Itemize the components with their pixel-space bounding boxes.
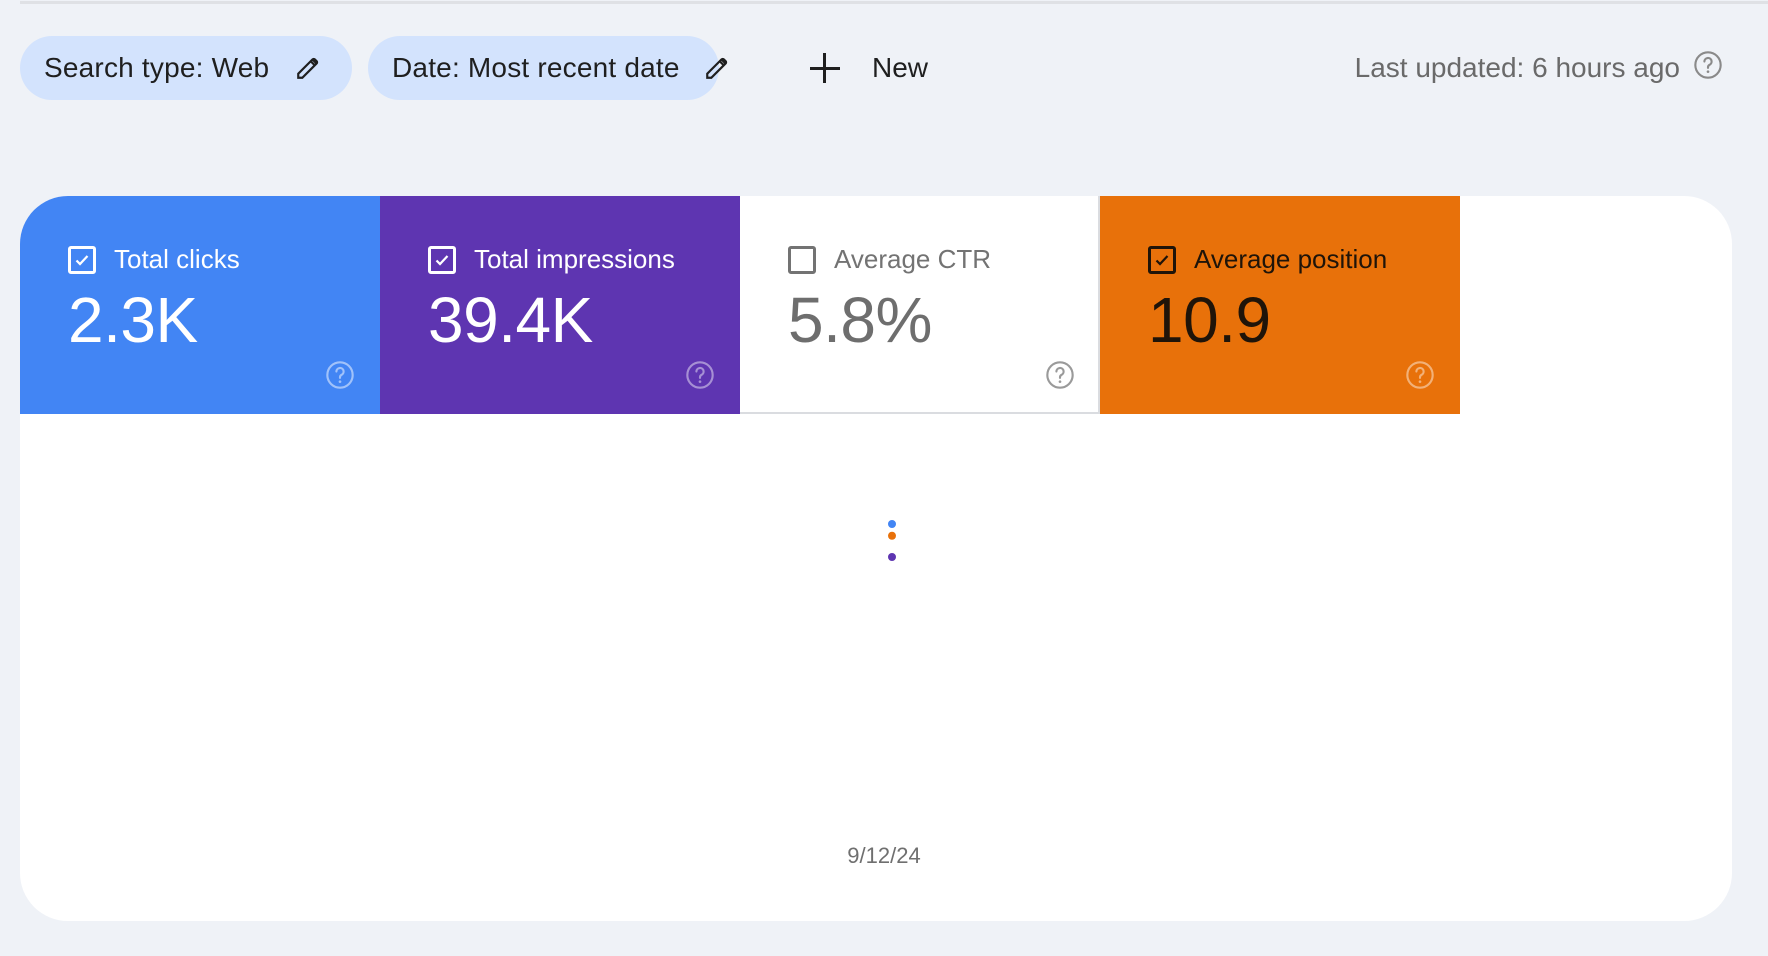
checkbox-checked[interactable]: [68, 245, 96, 274]
plus-icon: [808, 51, 842, 85]
metric-value: 10.9: [1148, 284, 1271, 356]
new-filter-label: New: [872, 52, 929, 83]
x-tick-label: 9/12/24: [847, 843, 921, 868]
search-type-filter-label: Search type: Web: [44, 52, 270, 83]
metric-value: 2.3K: [68, 284, 198, 356]
performance-card: Total clicks 2.3K Total impressions 39.4…: [20, 196, 1732, 921]
metric-label: Average position: [1194, 244, 1388, 274]
metric-tile-average-position[interactable]: Average position 10.9: [1100, 196, 1460, 414]
metric-tile-total-impressions[interactable]: Total impressions 39.4K: [380, 196, 740, 414]
search-type-filter-chip[interactable]: Search type: Web: [20, 36, 352, 100]
date-filter-label: Date: Most recent date: [392, 52, 680, 83]
metric-value: 39.4K: [428, 284, 593, 356]
date-filter-chip[interactable]: Date: Most recent date: [368, 36, 727, 100]
data-point-total-clicks[interactable]: [888, 520, 896, 528]
last-updated-text: Last updated: 6 hours ago: [1354, 52, 1680, 83]
metric-value: 5.8%: [788, 284, 932, 356]
metric-label: Total impressions: [474, 244, 675, 274]
metric-label: Average CTR: [834, 244, 992, 274]
last-updated: Last updated: 6 hours ago: [1355, 48, 1724, 88]
checkbox-checked[interactable]: [428, 245, 456, 274]
top-divider: [20, 1, 1768, 4]
pencil-icon[interactable]: [704, 53, 730, 83]
metric-tile-total-clicks[interactable]: Total clicks 2.3K: [20, 196, 380, 414]
pencil-icon[interactable]: [293, 53, 323, 83]
help-circle-icon[interactable]: [684, 359, 716, 396]
metric-tile-average-ctr[interactable]: Average CTR 5.8%: [740, 196, 1100, 414]
metric-tiles: Total clicks 2.3K Total impressions 39.4…: [20, 196, 1460, 414]
help-circle-icon[interactable]: [324, 359, 356, 396]
help-circle-icon[interactable]: [1404, 359, 1436, 396]
metric-label: Total clicks: [114, 244, 240, 274]
data-point-average-position[interactable]: [888, 531, 896, 540]
new-filter-button[interactable]: New: [808, 44, 928, 92]
help-circle-icon[interactable]: [1044, 359, 1076, 396]
checkbox-unchecked[interactable]: [788, 245, 816, 274]
data-point-total-impressions[interactable]: [888, 553, 896, 561]
checkbox-checked[interactable]: [1148, 245, 1176, 274]
help-circle-icon[interactable]: [1692, 49, 1724, 88]
